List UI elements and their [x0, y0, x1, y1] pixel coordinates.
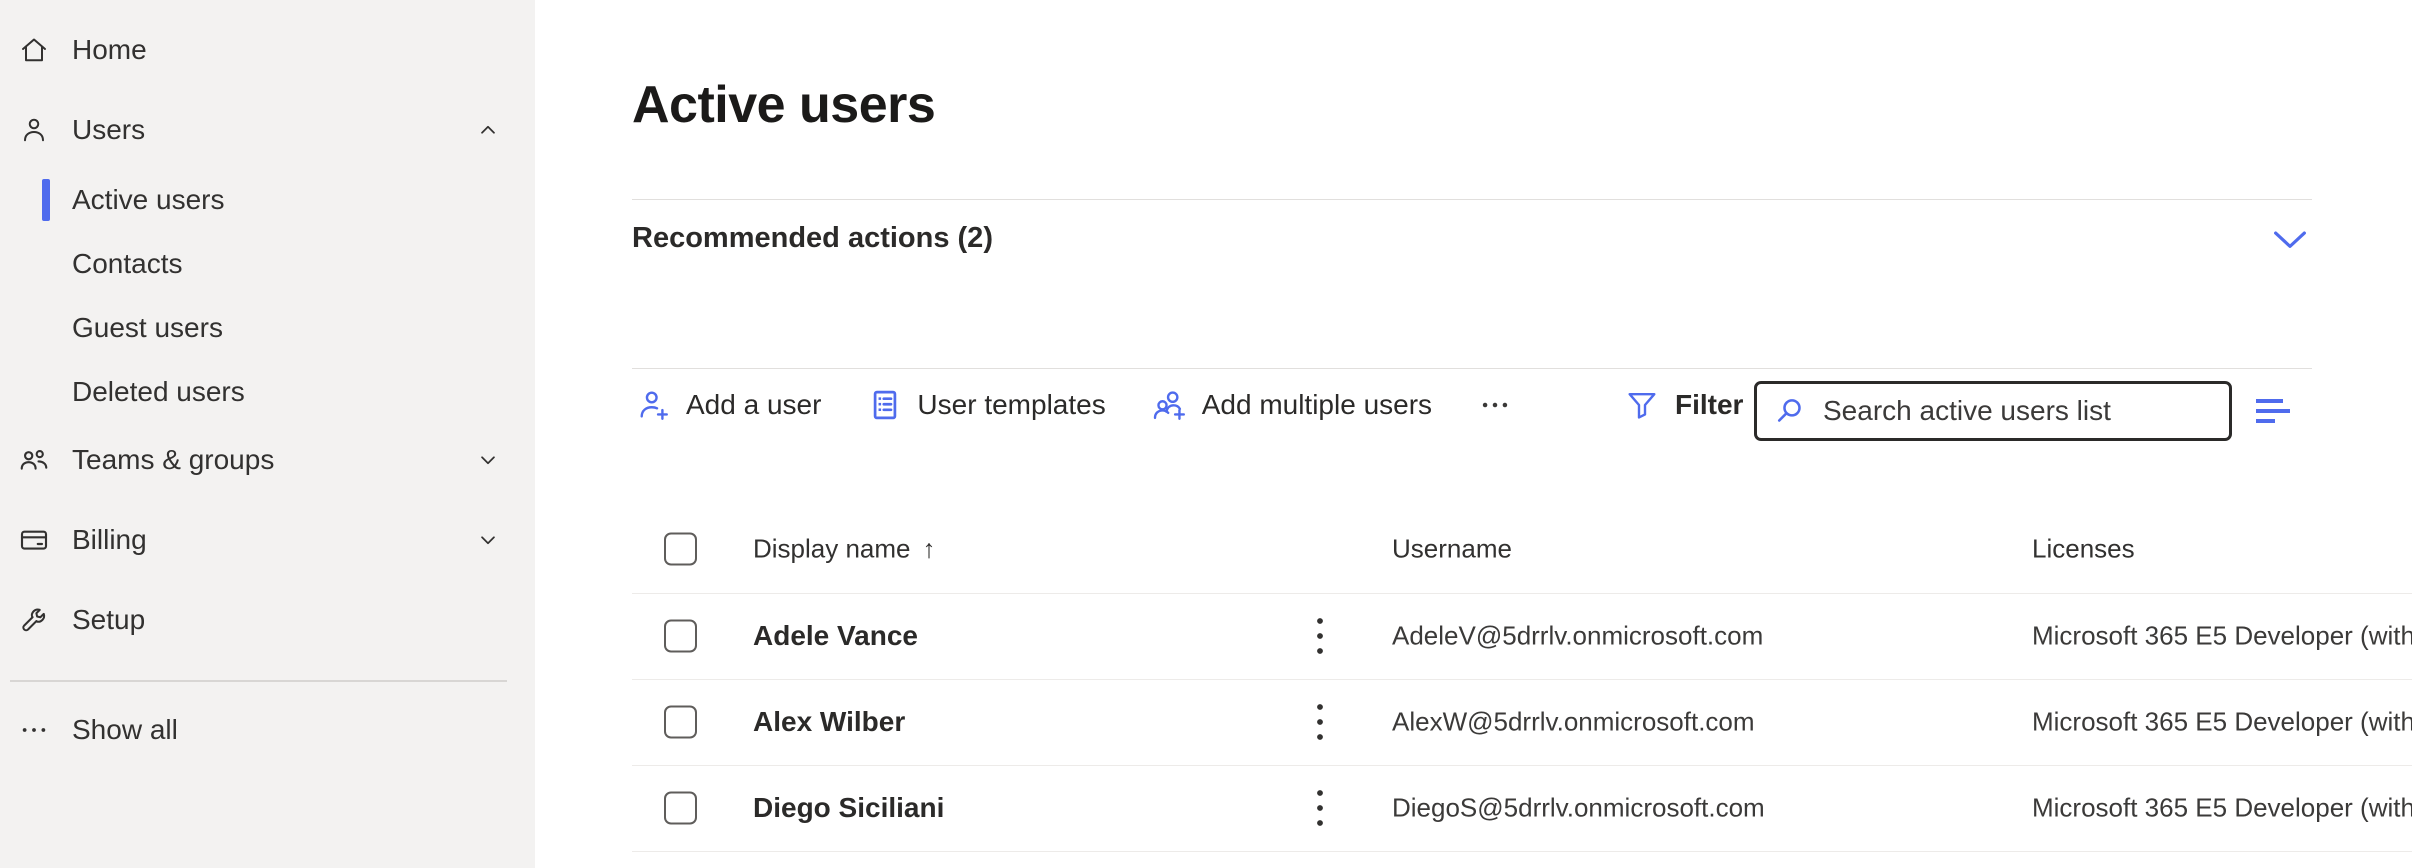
display-name-cell[interactable]: Alex Wilber: [753, 706, 905, 738]
filter-funnel-icon: [1624, 387, 1660, 423]
sidebar-item-label: Home: [72, 34, 147, 66]
sidebar-item-active-users[interactable]: Active users: [0, 168, 535, 232]
user-templates-button[interactable]: User templates: [867, 387, 1105, 423]
display-name-cell[interactable]: Adele Vance: [753, 620, 918, 652]
sidebar-item-deleted-users[interactable]: Deleted users: [0, 360, 535, 424]
table-header-row: Display name ↑ Username Licenses: [632, 505, 2412, 594]
sidebar-item-show-all[interactable]: Show all: [0, 698, 535, 762]
display-name-cell[interactable]: Diego Siciliani: [753, 792, 944, 824]
username-cell: AdeleV@5drrlv.onmicrosoft.com: [1392, 621, 1763, 652]
row-more-actions-button[interactable]: [1300, 780, 1340, 836]
people-icon: [12, 444, 56, 476]
selected-indicator: [42, 179, 50, 221]
search-input[interactable]: [1821, 394, 2215, 428]
sidebar: Home Users Active users Contacts Guest u…: [0, 0, 535, 868]
table-row[interactable]: Adele Vance AdeleV@5drrlv.onmicrosoft.co…: [632, 593, 2412, 680]
column-header-licenses[interactable]: Licenses: [2032, 534, 2135, 565]
sort-lines-button[interactable]: [2248, 390, 2300, 432]
ellipsis-icon: [1478, 388, 1512, 422]
recommended-actions-expand-button[interactable]: [2266, 222, 2314, 258]
filter-button[interactable]: Filter: [1624, 371, 1743, 439]
licenses-cell: Microsoft 365 E5 Developer (withou: [2032, 793, 2412, 824]
row-more-actions-button[interactable]: [1300, 694, 1340, 750]
sidebar-item-guest-users[interactable]: Guest users: [0, 296, 535, 360]
sidebar-item-contacts[interactable]: Contacts: [0, 232, 535, 296]
search-box: [1754, 381, 2232, 441]
wrench-icon: [12, 605, 56, 635]
row-checkbox[interactable]: [664, 620, 697, 653]
sidebar-item-label: Show all: [72, 714, 178, 746]
column-header-username[interactable]: Username: [1392, 534, 1512, 565]
sidebar-item-label: Users: [72, 114, 145, 146]
chevron-down-icon: [2273, 229, 2307, 251]
sidebar-item-label: Deleted users: [72, 376, 245, 408]
recommended-actions-heading[interactable]: Recommended actions (2): [632, 222, 993, 255]
sidebar-item-label: Guest users: [72, 312, 223, 344]
page-title: Active users: [632, 75, 935, 135]
sort-lines-icon: [2252, 396, 2296, 426]
table-row[interactable]: Diego Siciliani DiegoS@5drrlv.onmicrosof…: [632, 765, 2412, 852]
licenses-cell: Microsoft 365 E5 Developer (withou: [2032, 707, 2412, 738]
sidebar-item-users[interactable]: Users: [0, 98, 535, 162]
column-header-display-name[interactable]: Display name ↑: [753, 534, 936, 565]
m365-admin-active-users-page: Home Users Active users Contacts Guest u…: [0, 0, 2412, 868]
chevron-down-icon: [475, 447, 501, 473]
add-multiple-users-button[interactable]: Add multiple users: [1152, 387, 1432, 423]
template-list-icon: [867, 387, 903, 423]
divider: [632, 368, 2312, 369]
divider: [10, 680, 507, 682]
add-a-user-button[interactable]: Add a user: [636, 387, 821, 423]
sidebar-item-label: Teams & groups: [72, 444, 274, 476]
sidebar-item-teams-groups[interactable]: Teams & groups: [0, 428, 535, 492]
divider: [632, 199, 2312, 200]
ellipsis-icon: [12, 715, 56, 745]
table-row[interactable]: Alex Wilber AlexW@5drrlv.onmicrosoft.com…: [632, 679, 2412, 766]
sidebar-item-label: Contacts: [72, 248, 183, 280]
more-actions-button[interactable]: [1478, 388, 1512, 422]
licenses-cell: Microsoft 365 E5 Developer (withou: [2032, 621, 2412, 652]
sidebar-item-label: Billing: [72, 524, 147, 556]
add-person-icon: [636, 387, 672, 423]
sidebar-item-home[interactable]: Home: [0, 18, 535, 82]
sort-ascending-icon: ↑: [923, 534, 936, 565]
chevron-down-icon: [475, 527, 501, 553]
credit-card-icon: [12, 524, 56, 556]
sidebar-item-billing[interactable]: Billing: [0, 508, 535, 572]
kebab-icon: [1315, 700, 1325, 744]
button-label: User templates: [917, 389, 1105, 421]
row-more-actions-button[interactable]: [1300, 608, 1340, 664]
search-icon: [1773, 394, 1807, 428]
toolbar: Add a user User templates Add multiple u…: [636, 371, 1512, 439]
button-label: Filter: [1675, 389, 1743, 421]
column-header-label: Display name: [753, 534, 911, 565]
add-people-icon: [1152, 387, 1188, 423]
row-checkbox[interactable]: [664, 792, 697, 825]
kebab-icon: [1315, 786, 1325, 830]
select-all-checkbox[interactable]: [664, 533, 697, 566]
sidebar-item-setup[interactable]: Setup: [0, 588, 535, 652]
username-cell: AlexW@5drrlv.onmicrosoft.com: [1392, 707, 1755, 738]
sidebar-item-label: Setup: [72, 604, 145, 636]
home-icon: [12, 35, 56, 65]
button-label: Add multiple users: [1202, 389, 1432, 421]
button-label: Add a user: [686, 389, 821, 421]
chevron-up-icon: [475, 117, 501, 143]
kebab-icon: [1315, 614, 1325, 658]
username-cell: DiegoS@5drrlv.onmicrosoft.com: [1392, 793, 1765, 824]
row-checkbox[interactable]: [664, 706, 697, 739]
sidebar-item-label: Active users: [72, 184, 225, 216]
person-icon: [12, 115, 56, 145]
